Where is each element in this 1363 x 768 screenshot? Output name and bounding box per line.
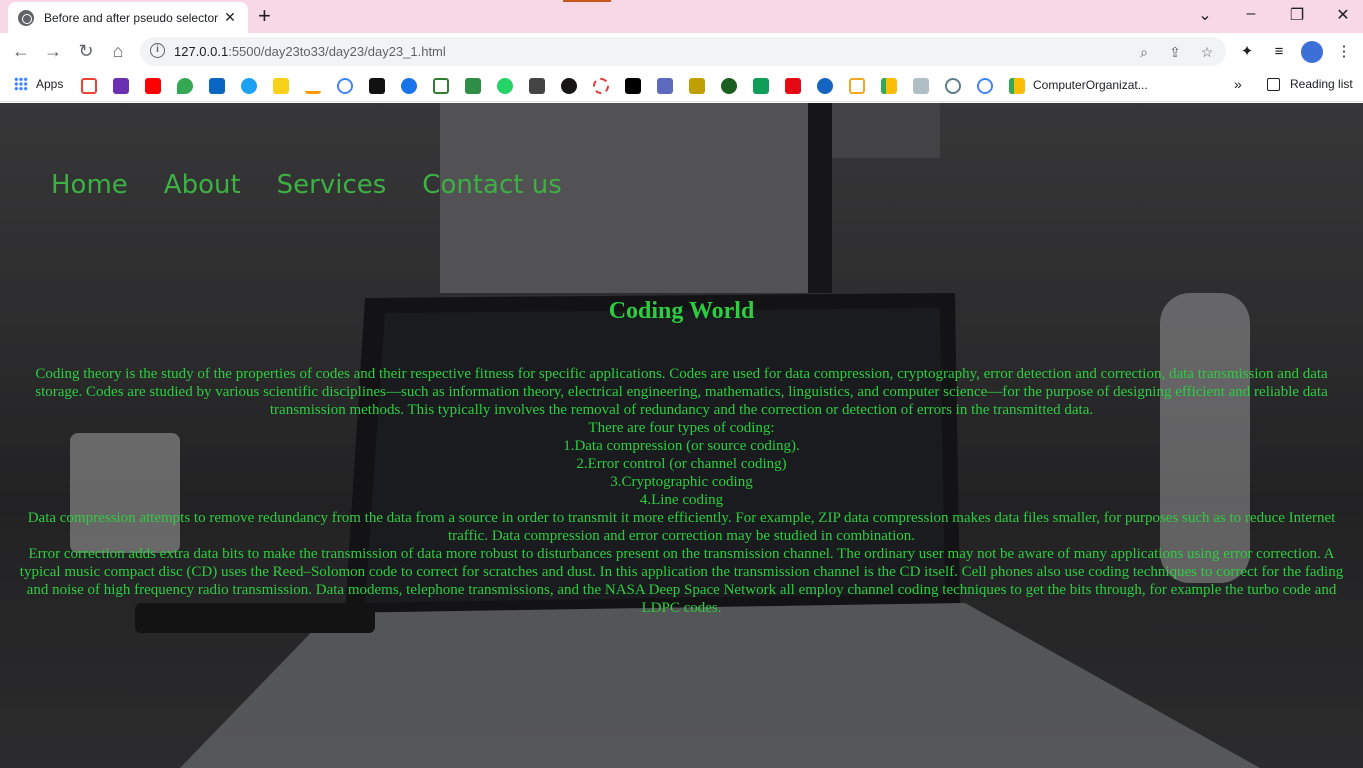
globe-icon (18, 9, 34, 26)
more-bookmarks-icon[interactable]: » (1234, 76, 1242, 92)
forward-button[interactable]: → (42, 40, 64, 62)
tab-strip: Before and after pseudo selector ✕ + ⌄ –… (0, 0, 1363, 33)
type-item: 2.Error control (or channel coding) (576, 456, 787, 472)
bookmark-computer-organization[interactable]: ComputerOrganizat... (1033, 78, 1148, 92)
drive-folder-icon[interactable] (1009, 78, 1025, 94)
error-correction-paragraph: Error correction adds extra data bits to… (19, 546, 1344, 616)
nav-home[interactable]: Home (51, 170, 128, 200)
codechef-icon[interactable] (593, 78, 609, 94)
url-host: 127.0.0.1 (174, 44, 229, 59)
reading-list-label: Reading list (1290, 77, 1353, 91)
page-title: Coding World (608, 298, 755, 324)
nav-about[interactable]: About (164, 170, 241, 200)
github-icon[interactable] (561, 78, 577, 94)
profile-avatar[interactable] (1301, 41, 1323, 63)
graduation-cap-icon[interactable] (529, 78, 545, 94)
reading-list-button[interactable]: Reading list (1267, 77, 1353, 91)
play-icon[interactable] (817, 78, 833, 94)
netflix-icon[interactable] (785, 78, 801, 94)
menu-icon[interactable]: ⋮ (1334, 42, 1354, 62)
content-section: Coding World Coding theory is the study … (0, 297, 1363, 617)
compression-paragraph: Data compression attempts to remove redu… (27, 510, 1336, 544)
address-bar[interactable]: i 127.0.0.1:5500/day23to33/day23/day23_1… (140, 37, 1226, 66)
code-editor-icon[interactable] (657, 78, 673, 94)
main-nav: Home About Services Contact us (51, 170, 598, 200)
restore-button[interactable]: ❐ (1287, 5, 1307, 25)
slides-icon[interactable] (689, 78, 705, 94)
tab-accent (563, 0, 611, 2)
media-control-icon[interactable]: ≡ (1269, 42, 1289, 62)
brackets-icon[interactable] (849, 78, 865, 94)
zoom-icon[interactable]: ⌕ (1135, 43, 1153, 61)
tab-search-icon[interactable]: ⌄ (1195, 5, 1215, 25)
google-icon-2[interactable] (977, 78, 993, 94)
home-button[interactable]: ⌂ (107, 40, 129, 62)
apps-label: Apps (36, 77, 64, 91)
grammarly-icon[interactable] (401, 78, 417, 94)
type-item: 1.Data compression (or source coding). (563, 438, 800, 454)
circle-app-icon[interactable] (721, 78, 737, 94)
nav-contact[interactable]: Contact us (422, 170, 561, 200)
minimize-button[interactable]: – (1241, 5, 1261, 23)
bookmark-star-icon[interactable]: ☆ (1198, 43, 1216, 61)
types-intro: There are four types of coding: (588, 420, 775, 436)
back-button[interactable]: ← (10, 40, 32, 62)
intro-paragraph: Coding theory is the study of the proper… (35, 366, 1328, 418)
maps-icon[interactable] (177, 78, 193, 94)
google-drive-icon[interactable] (881, 78, 897, 94)
geeksforgeeks-icon[interactable] (465, 78, 481, 94)
url-path: :5500/day23to33/day23/day23_1.html (228, 44, 446, 59)
extensions-icon[interactable]: ✦ (1237, 42, 1257, 62)
reload-button[interactable]: ↻ (75, 40, 97, 62)
tab-title: Before and after pseudo selector (44, 10, 219, 25)
bookmarks-bar: Apps ComputerOrganizat... » Reading list (0, 70, 1363, 102)
whatsapp-icon[interactable] (497, 78, 513, 94)
w3schools-icon[interactable] (433, 78, 449, 94)
type-item: 4.Line coding (639, 492, 724, 508)
site-info-icon[interactable]: i (150, 43, 165, 58)
yahoo-mail-icon[interactable] (113, 78, 129, 94)
close-tab-icon[interactable]: ✕ (222, 9, 238, 26)
youtube-icon[interactable] (145, 78, 161, 94)
url-text[interactable]: 127.0.0.1:5500/day23to33/day23/day23_1.h… (174, 44, 446, 59)
bookmark-apps[interactable]: Apps (14, 77, 63, 91)
new-tab-button[interactable]: + (258, 5, 271, 27)
browser-toolbar: ← → ↻ ⌂ i 127.0.0.1:5500/day23to33/day23… (0, 33, 1363, 70)
linkedin-icon[interactable] (209, 78, 225, 94)
page-viewport: Home About Services Contact us Coding Wo… (0, 103, 1363, 768)
sheets-icon[interactable] (753, 78, 769, 94)
amazon-icon[interactable] (305, 78, 321, 94)
browser-tab[interactable]: Before and after pseudo selector ✕ (8, 2, 248, 33)
twitter-icon[interactable] (241, 78, 257, 94)
nav-services[interactable]: Services (277, 170, 387, 200)
google-icon[interactable] (337, 78, 353, 94)
close-window-button[interactable]: ✕ (1333, 5, 1353, 25)
apps-grid-icon (14, 77, 28, 91)
hackerrank-icon[interactable] (369, 78, 385, 94)
reading-list-icon (1267, 77, 1280, 91)
share-icon[interactable]: ⇪ (1166, 43, 1184, 61)
type-item: 3.Cryptographic coding (610, 474, 753, 490)
security-icon[interactable] (945, 78, 961, 94)
codeforces-icon[interactable] (625, 78, 641, 94)
gmail-icon[interactable] (81, 78, 97, 94)
doc-stack-icon[interactable] (913, 78, 929, 94)
flipkart-icon[interactable] (273, 78, 289, 94)
